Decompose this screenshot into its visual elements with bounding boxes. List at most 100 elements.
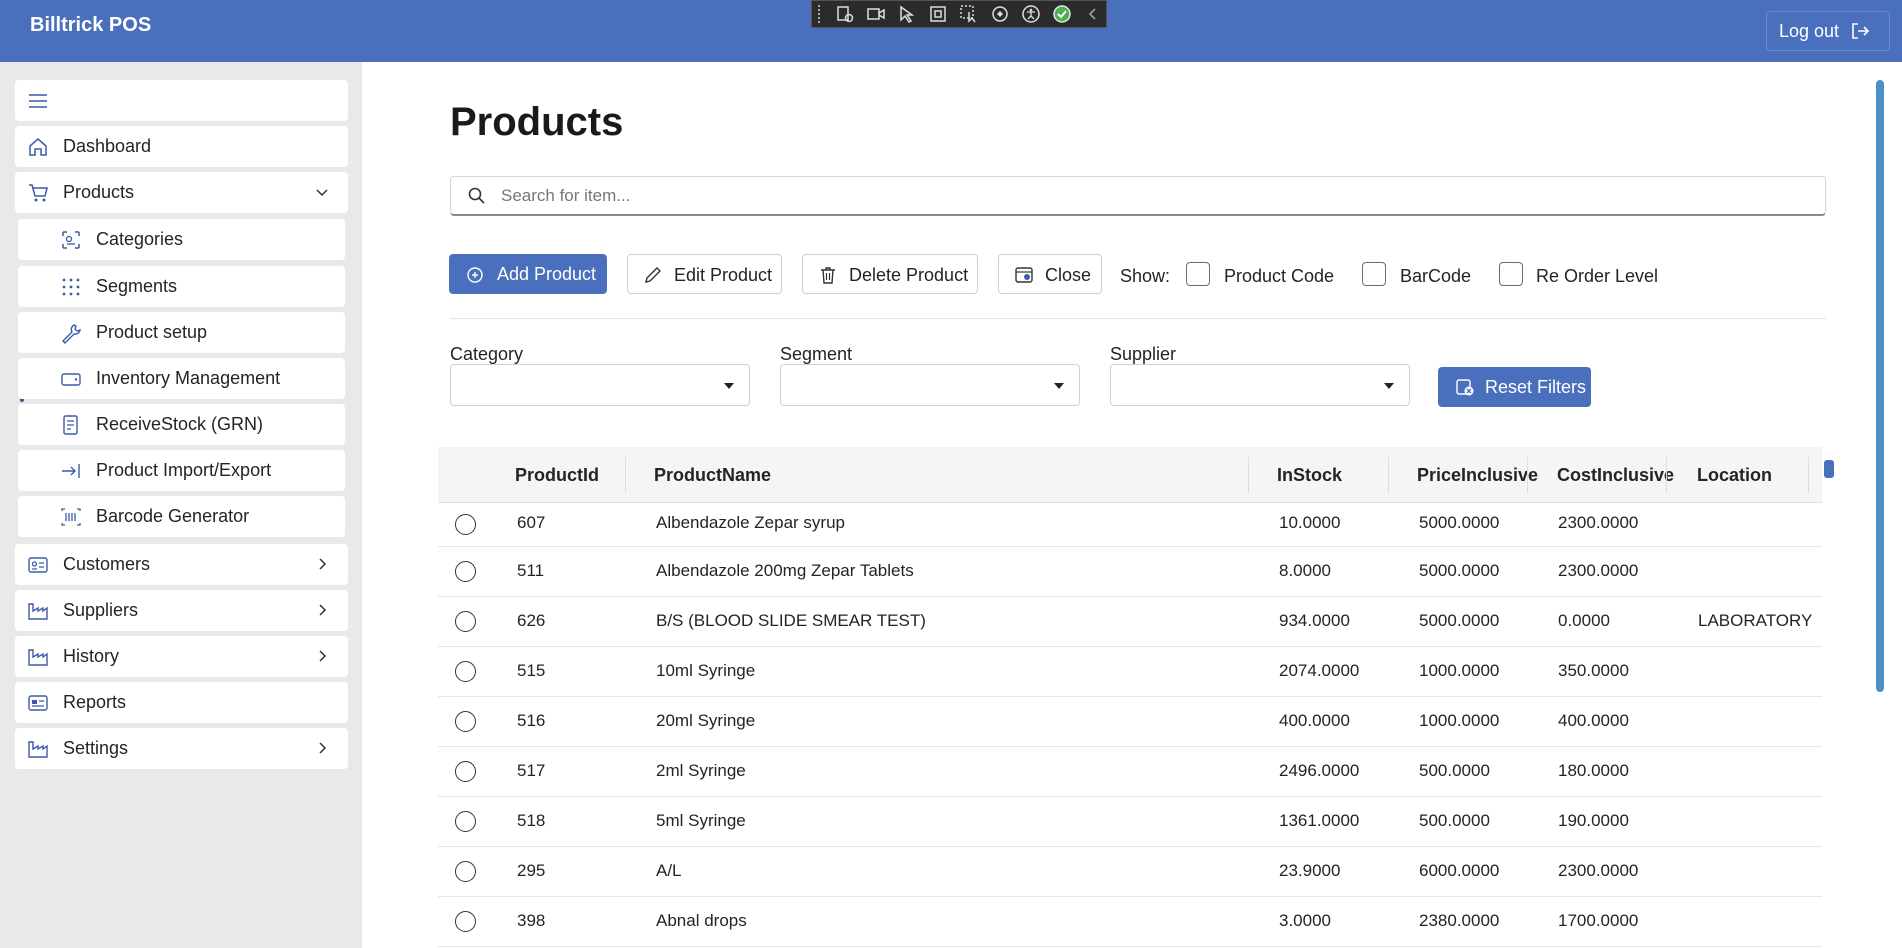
table-row[interactable]: 518 5ml Syringe 1361.0000 500.0000 190.0…	[438, 797, 1822, 847]
column-separator[interactable]	[625, 457, 626, 493]
column-header-productid[interactable]: ProductId	[515, 465, 599, 486]
cell-productid: 518	[517, 811, 546, 830]
delete-product-label: Delete Product	[849, 265, 969, 285]
column-header-instock[interactable]: InStock	[1277, 465, 1342, 486]
chevron-right-icon	[319, 650, 327, 662]
hamburger-icon	[29, 94, 47, 108]
table-row[interactable]: 295 A/L 23.9000 6000.0000 2300.0000	[438, 847, 1822, 897]
row-select-radio[interactable]	[455, 861, 476, 882]
search-box	[450, 176, 1826, 216]
barcode-checkbox[interactable]	[1362, 262, 1386, 286]
sidebar-item-settings[interactable]: Settings	[15, 728, 348, 769]
add-product-button[interactable]: Add Product	[449, 254, 607, 294]
row-select-radio[interactable]	[455, 911, 476, 932]
sidebar-item-segments[interactable]: Segments	[18, 266, 345, 307]
row-select-radio[interactable]	[455, 761, 476, 782]
sidebar-item-receivestock[interactable]: ReceiveStock (GRN)	[18, 404, 345, 445]
column-separator[interactable]	[1666, 457, 1667, 493]
column-separator[interactable]	[1388, 457, 1389, 493]
cell-priceinclusive: 5000.0000	[1419, 513, 1500, 532]
sidebar-item-inventory-management[interactable]: Inventory Management	[18, 358, 345, 399]
sidebar-item-product-setup[interactable]: Product setup	[18, 312, 345, 353]
sidebar-item-dashboard[interactable]: Dashboard	[15, 126, 348, 167]
table-row[interactable]: 516 20ml Syringe 400.0000 1000.0000 400.…	[438, 697, 1822, 747]
table-row[interactable]: 626 B/S (BLOOD SLIDE SMEAR TEST) 934.000…	[438, 597, 1822, 647]
report-card-icon	[28, 695, 48, 711]
hot-reload-icon[interactable]	[986, 3, 1013, 25]
sidebar-item-history[interactable]: History	[15, 636, 348, 677]
table-row[interactable]: 398 Abnal drops 3.0000 2380.0000 1700.00…	[438, 897, 1822, 947]
sidebar-item-barcode-generator[interactable]: Barcode Generator	[18, 496, 345, 537]
sidebar-item-product-import-export[interactable]: Product Import/Export	[18, 450, 345, 491]
row-select-radio[interactable]	[455, 514, 476, 535]
cell-productid: 511	[517, 561, 545, 580]
row-select-radio[interactable]	[455, 661, 476, 682]
column-header-costinclusive[interactable]: CostInclusive	[1557, 465, 1674, 486]
cell-costinclusive: 2300.0000	[1558, 861, 1639, 880]
column-header-location[interactable]: Location	[1697, 465, 1772, 486]
logout-button[interactable]: Log out	[1766, 11, 1890, 51]
table-scrollbar[interactable]	[1824, 460, 1834, 478]
table-row[interactable]: 517 2ml Syringe 2496.0000 500.0000 180.0…	[438, 747, 1822, 797]
sidebar-item-reports[interactable]: Reports	[15, 682, 348, 723]
cell-instock: 23.9000	[1279, 861, 1341, 880]
sidebar-item-suppliers[interactable]: Suppliers	[15, 590, 348, 631]
page-scrollbar[interactable]	[1876, 80, 1884, 692]
close-label: Close	[1045, 265, 1092, 285]
product-code-checkbox[interactable]	[1186, 262, 1210, 286]
record-icon[interactable]	[863, 3, 890, 25]
cell-priceinclusive: 1000.0000	[1419, 711, 1500, 730]
delete-product-button[interactable]: Delete Product	[802, 254, 978, 294]
column-separator[interactable]	[1808, 457, 1809, 493]
column-header-productname[interactable]: ProductName	[654, 465, 771, 486]
reset-filter-icon	[1456, 379, 1474, 396]
chevron-down-icon	[316, 189, 328, 197]
pencil-icon	[645, 267, 661, 283]
close-button[interactable]: Close	[998, 254, 1102, 294]
select-element-icon[interactable]	[894, 3, 921, 25]
column-separator[interactable]	[1248, 457, 1249, 493]
cell-productname: A/L	[656, 861, 682, 880]
column-header-priceinclusive[interactable]: PriceInclusive	[1417, 465, 1538, 486]
collapse-toolbar-icon[interactable]	[1079, 3, 1106, 25]
row-select-radio[interactable]	[455, 561, 476, 582]
cell-instock: 2496.0000	[1279, 761, 1360, 780]
cell-costinclusive: 190.0000	[1558, 811, 1629, 830]
reorder-level-checkbox[interactable]	[1499, 262, 1523, 286]
cell-instock: 2074.0000	[1279, 661, 1360, 680]
sidebar-item-products[interactable]: Products	[15, 172, 348, 213]
check-status-icon[interactable]	[1048, 3, 1075, 25]
factory-icon	[28, 741, 48, 758]
barcode-icon	[61, 508, 81, 526]
sidebar-item-label: Settings	[63, 738, 129, 758]
row-select-radio[interactable]	[455, 711, 476, 732]
column-separator[interactable]	[1527, 457, 1528, 493]
row-select-radio[interactable]	[455, 611, 476, 632]
table-row[interactable]: 515 10ml Syringe 2074.0000 1000.0000 350…	[438, 647, 1822, 697]
segment-select[interactable]	[780, 364, 1080, 406]
edit-product-button[interactable]: Edit Product	[627, 254, 782, 294]
sidebar-item-categories[interactable]: Categories	[18, 219, 345, 260]
sidebar-item-label: ReceiveStock (GRN)	[96, 414, 264, 434]
table-row[interactable]: 511 Albendazole 200mg Zepar Tablets 8.00…	[438, 547, 1822, 597]
category-select[interactable]	[450, 364, 750, 406]
accessibility-icon[interactable]	[1017, 3, 1044, 25]
chevron-right-icon	[319, 558, 327, 570]
cell-productname: B/S (BLOOD SLIDE SMEAR TEST)	[656, 611, 926, 630]
cell-costinclusive: 1700.0000	[1558, 911, 1639, 930]
cell-productname: 5ml Syringe	[656, 811, 746, 830]
reset-filters-button[interactable]: Reset Filters	[1438, 367, 1591, 407]
sidebar-item-customers[interactable]: Customers	[15, 544, 348, 585]
table-row[interactable]: 607 Albendazole Zepar syrup 10.0000 5000…	[438, 503, 1822, 547]
toolbar-grip-icon[interactable]	[818, 5, 824, 23]
row-select-radio[interactable]	[455, 811, 476, 832]
search-input[interactable]	[501, 183, 1801, 209]
supplier-select[interactable]	[1110, 364, 1410, 406]
main-content: Products Add Product Edit Product Delete…	[362, 62, 1902, 948]
cell-costinclusive: 350.0000	[1558, 661, 1629, 680]
track-focus-icon[interactable]	[955, 3, 982, 25]
layout-adorner-icon[interactable]	[925, 3, 952, 25]
live-tree-icon[interactable]	[832, 3, 859, 25]
top-bar: Billtrick POS Log out	[0, 0, 1902, 62]
hamburger-menu-button[interactable]	[15, 80, 348, 121]
